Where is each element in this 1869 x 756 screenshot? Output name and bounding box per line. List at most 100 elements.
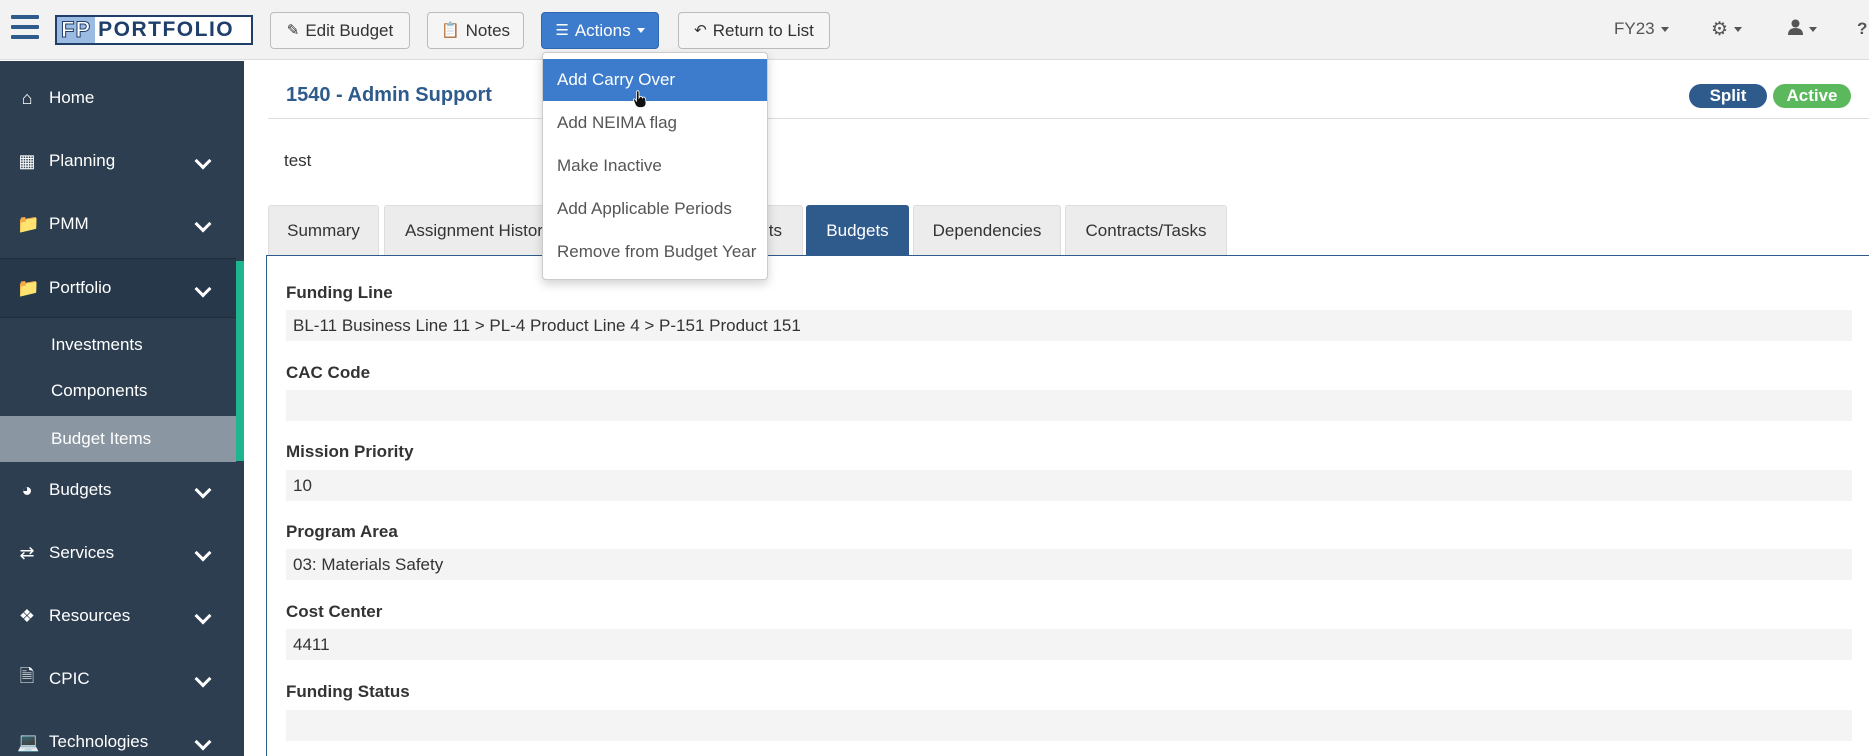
sidebar-subitem-label: Budget Items	[51, 429, 152, 448]
edit-icon: ✎	[286, 22, 300, 39]
sidebar-item-planning[interactable]: ▦ Planning	[0, 131, 236, 191]
menu-item-add-neima-flag[interactable]: Add NEIMA flag	[543, 102, 767, 144]
caret-down-icon	[1734, 26, 1743, 32]
sidebar-subitem-label: Investments	[51, 335, 143, 354]
actions-label: Actions	[574, 20, 631, 40]
return-to-list-button[interactable]: ↶ Return to List	[678, 12, 830, 49]
user-dropdown[interactable]	[1788, 17, 1817, 41]
return-to-list-label: Return to List	[712, 20, 814, 40]
actions-button[interactable]: ☰ Actions	[541, 12, 659, 49]
chevron-down-icon	[194, 280, 212, 298]
sidebar-active-accent	[236, 261, 244, 461]
chevron-down-icon	[194, 607, 212, 625]
list-icon: ☰	[555, 22, 569, 39]
top-navbar: FP PORTFOLIO ✎ Edit Budget 📋 Notes ☰ Act…	[0, 0, 1869, 60]
program-area-value: 03: Materials Safety	[286, 549, 1852, 580]
sidebar-item-portfolio[interactable]: 📁 Portfolio	[0, 258, 236, 318]
item-description: test	[284, 151, 312, 170]
sidebar-subitem-budget-items[interactable]: Budget Items	[0, 416, 236, 462]
sidebar-subitem-label: Components	[51, 381, 148, 400]
sidebar-item-label: Budgets	[49, 480, 112, 499]
sidebar-item-technologies[interactable]: 💻 Technologies	[0, 712, 236, 756]
sidebar-item-budgets[interactable]: ◕ Budgets	[0, 460, 236, 520]
sidebar: ⌂ Home ▦ Planning 📁 PMM 📁 Portfolio Inve…	[0, 61, 244, 756]
chevron-down-icon	[194, 544, 212, 562]
tab-contracts-tasks[interactable]: Contracts/Tasks	[1065, 205, 1227, 255]
sidebar-item-resources[interactable]: ❖ Resources	[0, 586, 236, 646]
sidebar-item-home[interactable]: ⌂ Home	[0, 68, 236, 128]
actions-dropdown-menu: Add Carry Over Add NEIMA flag Make Inact…	[542, 52, 768, 280]
help-label: ?	[1857, 19, 1868, 38]
mission-priority-value: 10	[286, 470, 1852, 501]
laptop-icon: 💻	[17, 731, 40, 752]
caret-down-icon	[1660, 26, 1669, 32]
fiscal-year-dropdown[interactable]: FY23	[1614, 17, 1669, 41]
fiscal-year-label: FY23	[1614, 19, 1655, 38]
user-icon	[1788, 19, 1803, 40]
logo-wordmark: PORTFOLIO	[98, 18, 235, 41]
folder-icon: 📁	[17, 277, 40, 298]
tab-dependencies[interactable]: Dependencies	[913, 205, 1061, 255]
sidebar-item-label: CPIC	[49, 669, 90, 688]
sidebar-item-label: Portfolio	[49, 278, 112, 297]
funding-line-label: Funding Line	[286, 283, 393, 302]
caret-down-icon	[1809, 26, 1817, 32]
funding-status-label: Funding Status	[286, 682, 410, 701]
notes-button[interactable]: 📋 Notes	[427, 12, 524, 49]
reply-arrow-icon: ↶	[694, 22, 707, 39]
clipboard-icon: 📋	[440, 22, 460, 39]
funding-line-value: BL-11 Business Line 11 > PL-4 Product Li…	[286, 310, 1852, 341]
caret-down-icon	[636, 28, 645, 33]
funding-status-value	[286, 710, 1852, 741]
sidebar-item-label: Planning	[49, 151, 116, 170]
split-badge: Split	[1689, 84, 1767, 108]
title-divider	[268, 118, 1869, 119]
edit-budget-button[interactable]: ✎ Edit Budget	[270, 12, 410, 49]
sidebar-subitem-components[interactable]: Components	[0, 368, 236, 414]
menu-item-remove-from-budget-year[interactable]: Remove from Budget Year	[543, 231, 767, 273]
sidebar-item-label: Technologies	[49, 732, 149, 751]
tab-assignment-history[interactable]: Assignment Histor	[384, 205, 544, 255]
sidebar-item-label: PMM	[49, 214, 89, 233]
portfolio-logo[interactable]: FP PORTFOLIO	[55, 15, 253, 45]
settings-dropdown[interactable]: ⚙	[1711, 17, 1743, 41]
sidebar-item-label: Services	[49, 543, 115, 562]
menu-item-make-inactive[interactable]: Make Inactive	[543, 145, 767, 187]
sidebar-item-services[interactable]: ⇄ Services	[0, 523, 236, 583]
chevron-down-icon	[194, 670, 212, 688]
chevron-down-icon	[194, 152, 212, 170]
chevron-down-icon	[194, 215, 212, 233]
sidebar-item-label: Home	[49, 88, 95, 107]
tab-budgets[interactable]: Budgets	[806, 205, 909, 255]
sidebar-item-label: Resources	[49, 606, 131, 625]
cost-center-label: Cost Center	[286, 602, 383, 621]
folder-icon: 📁	[17, 213, 40, 234]
tab-summary[interactable]: Summary	[268, 205, 379, 255]
hamburger-menu-icon[interactable]	[11, 15, 39, 39]
edit-budget-label: Edit Budget	[305, 20, 394, 40]
hand-cursor-icon	[633, 90, 647, 108]
exchange-icon: ⇄	[19, 542, 35, 563]
active-status-badge: Active	[1773, 84, 1851, 108]
table-icon: ▦	[18, 150, 36, 171]
logo-fp-mark: FP	[57, 17, 96, 43]
mission-priority-label: Mission Priority	[286, 442, 414, 461]
gears-icon: ⚙	[1711, 18, 1729, 40]
sidebar-item-cpic[interactable]: 🗎 CPIC	[0, 649, 236, 709]
file-icon: 🗎	[19, 666, 35, 686]
menu-item-add-carry-over[interactable]: Add Carry Over	[543, 59, 767, 101]
program-area-label: Program Area	[286, 522, 398, 541]
cac-code-label: CAC Code	[286, 363, 371, 382]
page-title: 1540 - Admin Support	[286, 84, 492, 106]
cubes-icon: ❖	[18, 605, 36, 626]
pie-chart-icon: ◕	[21, 479, 33, 500]
sidebar-item-pmm[interactable]: 📁 PMM	[0, 194, 236, 254]
help-icon[interactable]: ?	[1857, 17, 1867, 41]
home-icon: ⌂	[21, 87, 33, 108]
chevron-down-icon	[194, 733, 212, 751]
cac-code-value	[286, 390, 1852, 421]
menu-item-add-applicable-periods[interactable]: Add Applicable Periods	[543, 188, 767, 230]
sidebar-subitem-investments[interactable]: Investments	[0, 322, 236, 368]
chevron-down-icon	[194, 481, 212, 499]
cost-center-value: 4411	[286, 629, 1852, 660]
